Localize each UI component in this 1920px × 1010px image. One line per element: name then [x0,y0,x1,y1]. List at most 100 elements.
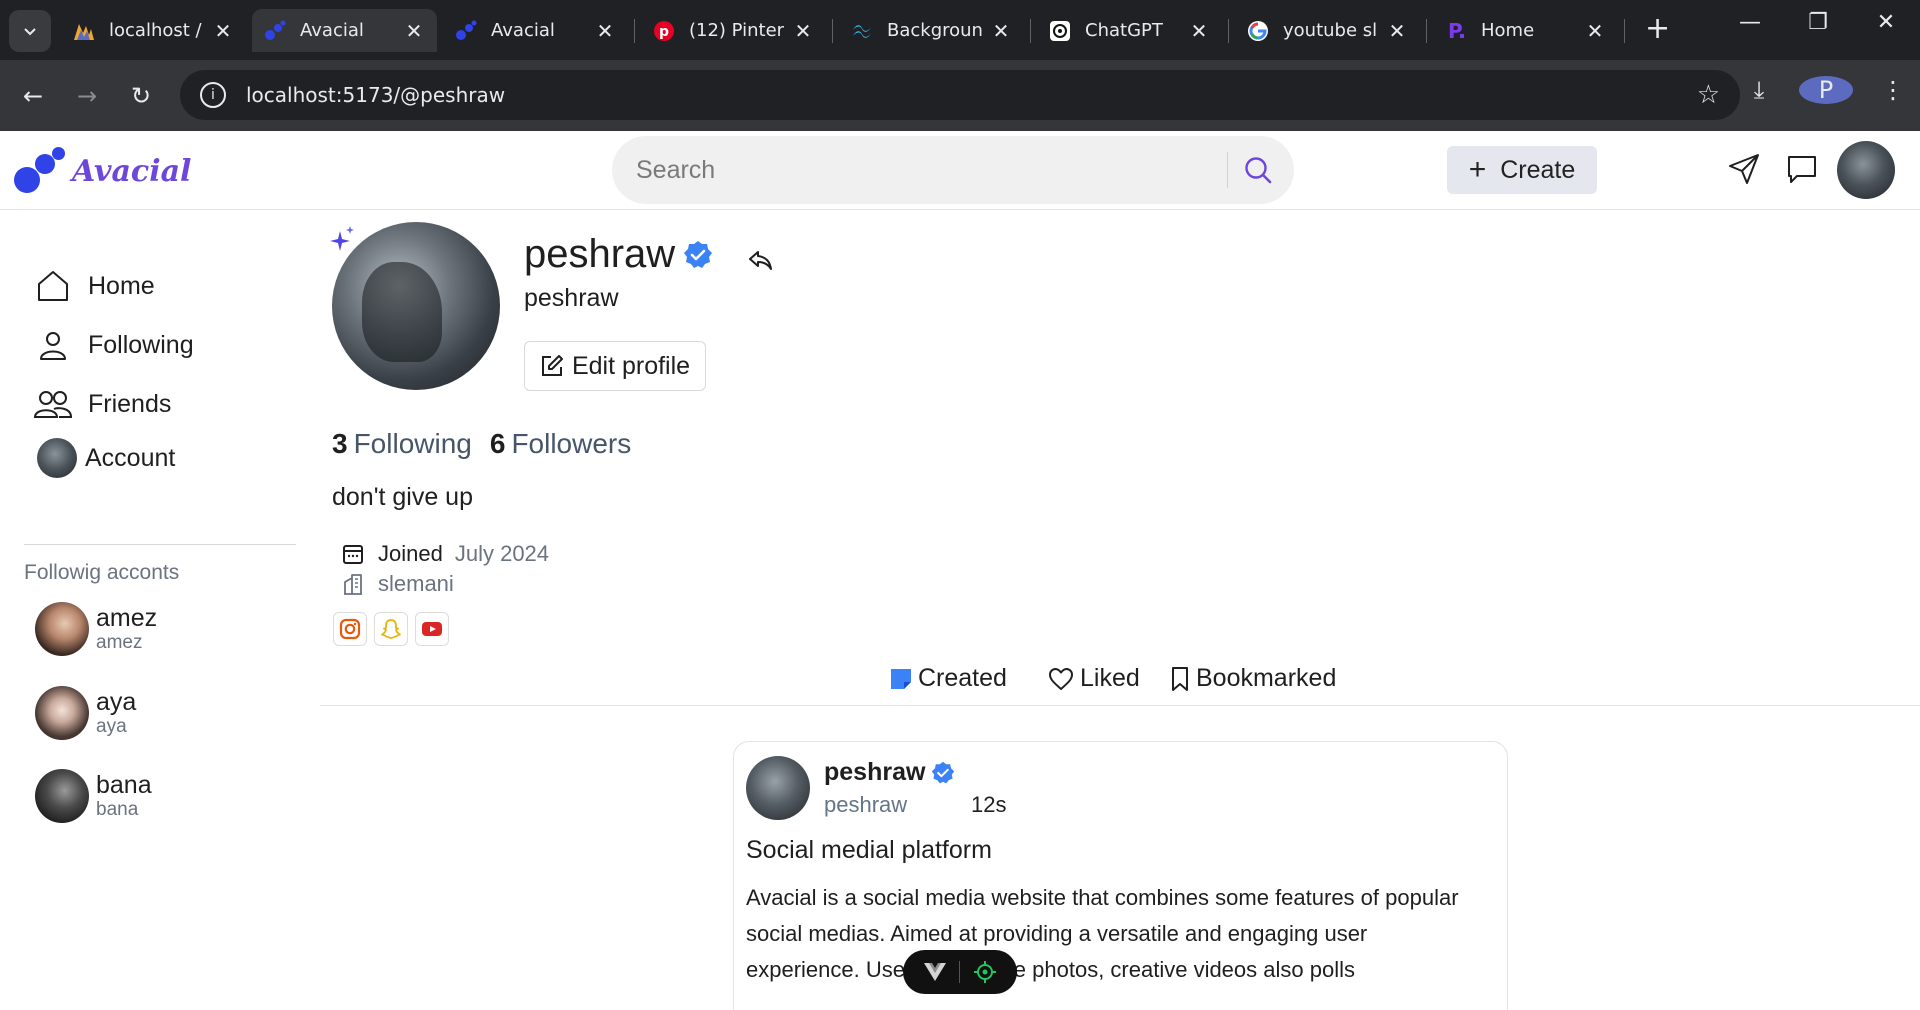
chat-bubble-icon [1788,156,1816,183]
close-icon[interactable]: ✕ [792,19,814,43]
plus-icon: + [1468,153,1487,186]
profile-name-text: peshraw [524,232,676,276]
edit-icon [541,355,563,376]
browser-tab[interactable]: localhost / ✕ [61,9,246,52]
tailwind-icon [851,20,873,42]
kebab-menu-icon[interactable]: ⋮ [1866,76,1920,104]
sidebar-item-account[interactable]: Account [37,438,175,478]
tab-title: ChatGPT [1085,20,1163,41]
new-tab-button[interactable]: + [1645,11,1670,46]
sidebar-item-label: Account [85,443,176,472]
browser-tab[interactable]: P Home ✕ [1433,9,1618,52]
inspect-target-icon[interactable] [973,960,997,984]
brand-logo[interactable]: Avacial [14,147,191,195]
close-icon[interactable]: ✕ [212,19,234,43]
sparkle-icon [330,226,354,251]
post-author-name[interactable]: peshraw [824,758,955,787]
close-icon[interactable]: ✕ [1584,19,1606,43]
chatgpt-icon [1049,20,1071,42]
browser-tab[interactable]: Avacial ✕ [443,9,628,52]
browser-tab[interactable]: p (12) Pinter ✕ [641,9,826,52]
tab-title: Avacial [300,20,364,41]
avacial-favicon [455,20,477,42]
close-icon[interactable]: ✕ [403,19,425,43]
sidebar-item-friends[interactable]: Friends [34,385,171,423]
tab-bookmarked[interactable]: Bookmarked [1170,664,1336,693]
location-row: slemani [342,571,454,597]
browser-tab[interactable]: Backgroun ✕ [839,9,1024,52]
following-count[interactable]: 3 [332,428,348,460]
profile-avatar[interactable] [332,222,500,390]
reload-icon[interactable]: ↻ [114,82,168,110]
account-handle: bana [96,799,139,820]
following-accounts-heading: Followig acconts [24,561,180,584]
tab-label: Liked [1080,664,1140,692]
location-text: slemani [378,571,454,596]
site-info-icon[interactable]: i [200,82,226,108]
following-account-item[interactable]: aya aya [35,686,136,740]
download-icon[interactable]: ⤓ [1732,76,1786,104]
brand-name: Avacial [72,153,192,189]
send-button[interactable] [1724,149,1764,189]
following-label[interactable]: Following [354,428,472,460]
instagram-link[interactable] [333,612,367,646]
create-button[interactable]: + Create [1447,146,1597,194]
tab-liked[interactable]: Liked [1048,664,1140,693]
tab-title: youtube sl [1283,20,1378,41]
sidebar-item-home[interactable]: Home [34,267,155,305]
following-account-item[interactable]: amez amez [35,602,157,656]
tab-title: Avacial [491,20,555,41]
close-icon[interactable]: ✕ [990,19,1012,43]
user-icon [34,326,72,364]
edit-profile-button[interactable]: Edit profile [524,341,706,391]
tab-created[interactable]: Created [890,664,1007,693]
close-icon[interactable]: ✕ [1188,19,1210,43]
search-input[interactable] [636,155,1227,185]
close-icon[interactable]: ✕ [594,19,616,43]
browser-tab-active[interactable]: Avacial ✕ [252,9,437,52]
url-text[interactable]: localhost:5173/@peshraw [246,83,505,107]
browser-profile-avatar[interactable]: P [1799,76,1853,104]
tab-title: (12) Pinter [689,20,785,41]
tab-label: Created [918,664,1007,692]
google-icon [1247,20,1269,42]
snapchat-icon [381,619,401,639]
post-card[interactable]: peshraw peshraw 12s Social medial platfo… [733,741,1508,1010]
joined-date: July 2024 [454,541,550,566]
snapchat-link[interactable] [374,612,408,646]
address-bar-row: ← → ↻ i localhost:5173/@peshraw ☆ ⤓ P ⋮ [0,60,1920,131]
forward-icon[interactable]: → [60,82,114,110]
sidebar: Home Following Friends Account Followig … [0,211,300,1010]
avatar [35,686,89,740]
vue-logo-icon[interactable] [923,962,947,982]
back-icon[interactable]: ← [6,82,60,110]
sidebar-item-following[interactable]: Following [34,326,194,364]
url-bar[interactable]: i localhost:5173/@peshraw ☆ [180,70,1740,120]
browser-tab[interactable]: ChatGPT ✕ [1037,9,1222,52]
search-icon [1245,157,1272,184]
share-icon[interactable] [746,246,774,274]
post-author-name-text: peshraw [824,758,926,786]
youtube-link[interactable] [415,612,449,646]
post-author-avatar[interactable] [746,756,810,820]
followers-count[interactable]: 6 [490,428,506,460]
phpmyadmin-icon [73,20,95,42]
tab-separator [634,19,635,43]
following-account-item[interactable]: bana bana [35,769,152,823]
bookmark-star-icon[interactable]: ☆ [1697,80,1720,110]
home-icon [34,267,72,305]
close-window-icon[interactable]: ✕ [1852,10,1920,35]
search-button[interactable] [1240,152,1276,188]
browser-tab[interactable]: youtube sl ✕ [1235,9,1420,52]
tab-separator [1228,19,1229,43]
sidebar-item-label: Home [88,271,155,300]
restore-icon[interactable]: ❐ [1784,10,1852,35]
browser-actions: ⤓ P ⋮ [1732,76,1920,104]
tab-search-button[interactable] [9,10,51,52]
close-icon[interactable]: ✕ [1386,19,1408,43]
avacial-favicon [264,20,286,42]
minimize-icon[interactable]: — [1716,10,1784,35]
followers-label[interactable]: Followers [511,428,631,460]
user-avatar[interactable] [1837,141,1895,199]
messages-button[interactable] [1782,149,1822,189]
